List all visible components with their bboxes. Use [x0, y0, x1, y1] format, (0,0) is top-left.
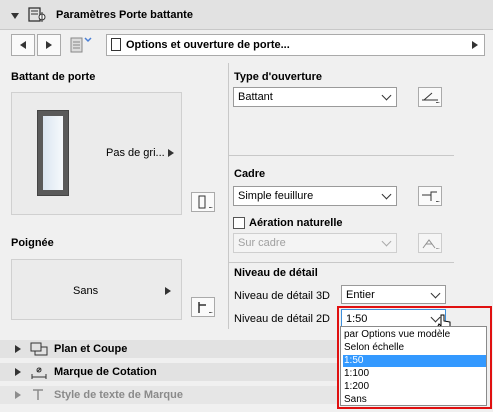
expand-arrow-icon — [15, 345, 21, 353]
niveau-label: Niveau de détail — [234, 267, 318, 279]
plan-section-icon — [29, 341, 49, 357]
page-arrow-icon — [472, 41, 478, 49]
frame-icon — [422, 191, 437, 201]
divider — [228, 262, 454, 263]
handle-icon — [198, 302, 206, 313]
chevron-down-icon — [381, 90, 392, 101]
divider — [228, 155, 454, 156]
ventilation-icon — [422, 239, 436, 249]
page-list-button[interactable] — [67, 35, 97, 55]
chevron-down-icon — [381, 236, 392, 247]
door-leaf-icon — [198, 195, 206, 209]
handle-settings-button[interactable]: ... — [191, 297, 215, 317]
highlight-box — [337, 306, 492, 409]
door-icon — [37, 110, 69, 196]
niveau2d-label: Niveau de détail 2D — [234, 313, 331, 325]
section-style-label: Style de texte de Marque — [54, 389, 183, 401]
frame-settings-button[interactable]: ... — [418, 186, 442, 206]
section-marque-cotation[interactable] — [0, 363, 337, 381]
aeration-checkbox[interactable] — [233, 217, 245, 229]
next-icon — [46, 41, 52, 49]
battant-preview-label: Pas de gri... — [106, 147, 165, 159]
aeration-select[interactable]: Sur cadre — [233, 233, 397, 253]
type-ouverture-label: Type d'ouverture — [234, 71, 322, 83]
chevron-down-icon — [430, 288, 441, 299]
panel-title: Paramètres Porte battante — [56, 9, 193, 21]
preview-arrow-icon — [165, 287, 171, 295]
aeration-label: Aération naturelle — [249, 217, 343, 229]
section-plan-coupe[interactable] — [0, 340, 337, 358]
page-list-icon — [70, 37, 92, 53]
opening-type-button[interactable]: ... — [418, 87, 442, 107]
battant-label: Battant de porte — [11, 71, 96, 83]
section-cotation-label: Marque de Cotation — [54, 366, 157, 378]
niveau3d-select[interactable]: Entier — [341, 285, 446, 304]
type-ouverture-select[interactable]: Battant — [233, 87, 397, 107]
page-selector-label: Options et ouverture de porte... — [126, 39, 290, 51]
opening-type-icon — [422, 92, 438, 101]
cadre-label: Cadre — [234, 168, 266, 180]
column-divider — [228, 63, 229, 329]
section-plan-label: Plan et Coupe — [54, 343, 128, 355]
door-settings-icon — [28, 7, 46, 23]
cadre-select[interactable]: Simple feuillure — [233, 186, 397, 206]
expand-arrow-icon — [15, 368, 21, 376]
next-page-button[interactable] — [37, 34, 61, 56]
prev-icon — [20, 41, 26, 49]
text-style-icon — [29, 387, 49, 403]
poignee-preview-label: Sans — [73, 285, 99, 297]
leaf-settings-button[interactable]: ... — [191, 192, 215, 212]
expand-arrow-icon — [15, 391, 21, 399]
dimension-marker-icon — [29, 364, 49, 380]
niveau3d-label: Niveau de détail 3D — [234, 290, 331, 302]
chevron-down-icon — [381, 189, 392, 200]
preview-arrow-icon — [168, 149, 174, 157]
type-ouverture-value: Battant — [238, 91, 273, 103]
collapse-arrow-icon[interactable] — [11, 13, 19, 19]
cadre-value: Simple feuillure — [238, 190, 314, 202]
niveau3d-value: Entier — [346, 289, 375, 301]
page-icon — [111, 38, 121, 51]
aeration-value: Sur cadre — [238, 237, 286, 249]
prev-page-button[interactable] — [11, 34, 35, 56]
ventilation-settings-button[interactable]: ... — [418, 233, 442, 253]
poignee-label: Poignée — [11, 237, 54, 249]
